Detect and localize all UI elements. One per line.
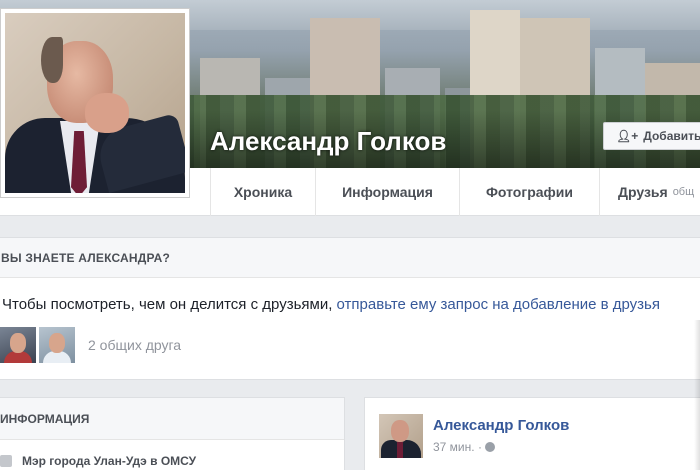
profile-name[interactable]: Александр Голков [210, 126, 446, 157]
mutual-friend-avatar[interactable] [39, 327, 75, 363]
post-time[interactable]: 37 мин. [433, 440, 475, 454]
info-card-heading: ИНФОРМАЦИЯ [0, 398, 344, 440]
send-friend-request-link[interactable]: отправьте ему запрос на добавление в дру… [337, 296, 660, 313]
mutual-friends-count[interactable]: 2 общих друга [88, 337, 181, 353]
tab-timeline[interactable]: Хроника [210, 168, 315, 216]
post-card: Александр Голков 37 мин. · [364, 397, 700, 470]
info-card: ИНФОРМАЦИЯ Мэр города Улан-Удэ в ОМСУ [0, 397, 345, 470]
mutual-friend-avatar[interactable] [0, 327, 36, 363]
know-card-heading: ВЫ ЗНАЕТЕ АЛЕКСАНДРА? [0, 238, 700, 278]
add-friend-label: Добавить в [643, 129, 700, 143]
add-friend-icon: 👤︎+ [616, 129, 639, 143]
tab-info[interactable]: Информация [315, 168, 459, 216]
tab-photos[interactable]: Фотографии [459, 168, 599, 216]
tab-friends[interactable]: Друзья общ [599, 168, 700, 216]
add-friend-button[interactable]: 👤︎+ Добавить в [603, 122, 700, 150]
mutual-friends[interactable]: 2 общих друга [0, 327, 181, 363]
tab-friends-sub: общ [672, 186, 695, 198]
profile-picture[interactable] [0, 8, 190, 198]
know-card: ВЫ ЗНАЕТЕ АЛЕКСАНДРА? Чтобы посмотреть, … [0, 237, 700, 380]
briefcase-icon [0, 455, 12, 467]
globe-icon [485, 442, 496, 452]
know-card-text: Чтобы посмотреть, чем он делится с друзь… [2, 296, 660, 313]
post-author-name[interactable]: Александр Голков [433, 417, 569, 434]
info-row-work: Мэр города Улан-Удэ в ОМСУ [0, 454, 196, 468]
post-meta: 37 мин. · [433, 440, 496, 454]
avatar [5, 13, 185, 193]
scroll-edge [694, 320, 700, 470]
post-author-avatar[interactable] [379, 414, 423, 458]
